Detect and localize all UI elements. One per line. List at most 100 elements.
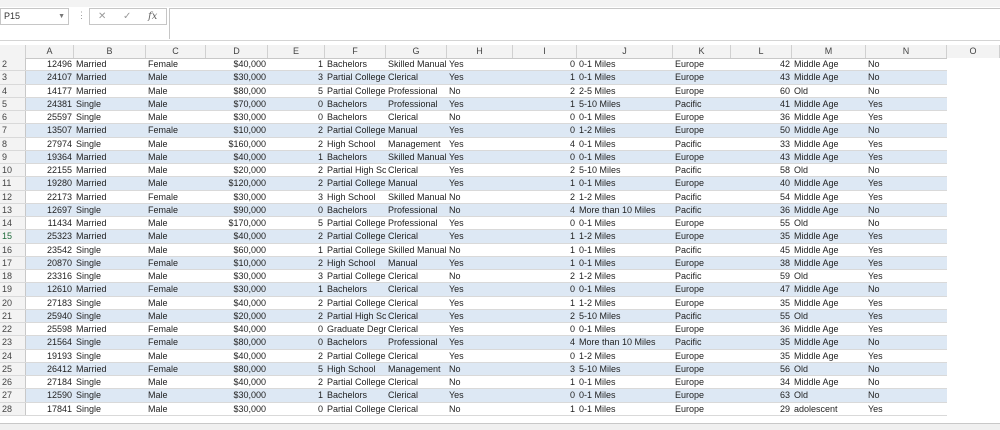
column-header-i[interactable]: I — [513, 45, 577, 58]
cell-l[interactable]: 55 — [731, 310, 792, 322]
cell-i[interactable]: 1 — [513, 376, 577, 388]
cell-b[interactable]: Single — [74, 111, 146, 123]
cell-f[interactable]: Bachelors — [325, 389, 386, 401]
cell-n[interactable]: Yes — [866, 111, 947, 123]
row-header[interactable]: 21 — [0, 309, 26, 322]
cell-l[interactable]: 47 — [731, 283, 792, 295]
cell-l[interactable]: 60 — [731, 85, 792, 97]
cell-n[interactable]: Yes — [866, 191, 947, 203]
cell-m[interactable]: Middle Age — [792, 124, 866, 136]
cell-e[interactable]: 1 — [268, 283, 325, 295]
cell-f[interactable]: Partial College — [325, 71, 386, 83]
cell-n[interactable]: Yes — [866, 257, 947, 269]
cell-e[interactable]: 2 — [268, 177, 325, 189]
cell-c[interactable]: Female — [146, 283, 206, 295]
cell-h[interactable]: No — [447, 204, 513, 216]
cell-n[interactable]: Yes — [866, 138, 947, 150]
cell-g[interactable]: Manual — [386, 124, 447, 136]
cell-g[interactable]: Professional — [386, 204, 447, 216]
cell-h[interactable]: No — [447, 111, 513, 123]
cell-f[interactable]: Bachelors — [325, 98, 386, 110]
row-header[interactable]: 25 — [0, 362, 26, 375]
cell-i[interactable]: 0 — [513, 58, 577, 70]
cell-e[interactable]: 0 — [268, 204, 325, 216]
cell-h[interactable]: Yes — [447, 350, 513, 362]
cell-b[interactable]: Married — [74, 124, 146, 136]
cell-a[interactable]: 14177 — [26, 85, 74, 97]
cell-m[interactable]: Middle Age — [792, 138, 866, 150]
cell-a[interactable]: 12697 — [26, 204, 74, 216]
cell-n[interactable]: Yes — [866, 230, 947, 242]
cell-m[interactable]: adolescent — [792, 403, 866, 415]
cell-e[interactable]: 2 — [268, 376, 325, 388]
row-header[interactable]: 2 — [0, 58, 26, 71]
row-header[interactable]: 8 — [0, 137, 26, 150]
cell-a[interactable]: 25323 — [26, 230, 74, 242]
cell-f[interactable]: Partial College — [325, 177, 386, 189]
cell-e[interactable]: 5 — [268, 85, 325, 97]
cell-b[interactable]: Married — [74, 363, 146, 375]
cell-c[interactable]: Male — [146, 164, 206, 176]
cell-j[interactable]: 1-2 Miles — [577, 350, 673, 362]
cell-e[interactable]: 5 — [268, 363, 325, 375]
column-header-k[interactable]: K — [673, 45, 731, 58]
cell-c[interactable]: Male — [146, 244, 206, 256]
column-header-e[interactable]: E — [268, 45, 325, 58]
cell-f[interactable]: Bachelors — [325, 151, 386, 163]
cell-g[interactable]: Clerical — [386, 350, 447, 362]
cell-d[interactable]: $80,000 — [206, 336, 268, 348]
cell-g[interactable]: Professional — [386, 336, 447, 348]
cell-n[interactable]: No — [866, 217, 947, 229]
cell-b[interactable]: Married — [74, 85, 146, 97]
cell-d[interactable]: $40,000 — [206, 323, 268, 335]
cell-j[interactable]: More than 10 Miles — [577, 336, 673, 348]
cell-d[interactable]: $120,000 — [206, 177, 268, 189]
cell-l[interactable]: 35 — [731, 230, 792, 242]
cell-e[interactable]: 3 — [268, 270, 325, 282]
cell-k[interactable]: Europe — [673, 151, 731, 163]
cell-g[interactable]: Management — [386, 363, 447, 375]
cell-g[interactable]: Skilled Manual — [386, 191, 447, 203]
cell-d[interactable]: $40,000 — [206, 376, 268, 388]
cell-c[interactable]: Male — [146, 177, 206, 189]
cell-m[interactable]: Middle Age — [792, 283, 866, 295]
row-header[interactable]: 19 — [0, 283, 26, 296]
cell-k[interactable]: Pacific — [673, 138, 731, 150]
cell-j[interactable]: 0-1 Miles — [577, 217, 673, 229]
cell-g[interactable]: Clerical — [386, 403, 447, 415]
cell-c[interactable]: Male — [146, 297, 206, 309]
cell-i[interactable]: 2 — [513, 310, 577, 322]
cell-g[interactable]: Clerical — [386, 310, 447, 322]
cell-c[interactable]: Female — [146, 204, 206, 216]
cell-l[interactable]: 45 — [731, 244, 792, 256]
cell-a[interactable]: 25598 — [26, 323, 74, 335]
cell-m[interactable]: Old — [792, 389, 866, 401]
cell-c[interactable]: Male — [146, 151, 206, 163]
cell-c[interactable]: Male — [146, 230, 206, 242]
cell-d[interactable]: $30,000 — [206, 270, 268, 282]
cell-e[interactable]: 2 — [268, 164, 325, 176]
cancel-icon[interactable]: ✕ — [98, 9, 106, 24]
cell-e[interactable]: 1 — [268, 244, 325, 256]
cell-b[interactable]: Single — [74, 270, 146, 282]
cell-h[interactable]: Yes — [447, 323, 513, 335]
cell-d[interactable]: $30,000 — [206, 389, 268, 401]
cell-n[interactable]: No — [866, 363, 947, 375]
cell-n[interactable]: Yes — [866, 98, 947, 110]
cell-b[interactable]: Single — [74, 138, 146, 150]
cell-e[interactable]: 0 — [268, 403, 325, 415]
cell-l[interactable]: 43 — [731, 71, 792, 83]
cell-f[interactable]: Partial College — [325, 376, 386, 388]
cell-k[interactable]: Europe — [673, 58, 731, 70]
cell-h[interactable]: Yes — [447, 389, 513, 401]
cell-i[interactable]: 3 — [513, 363, 577, 375]
cell-h[interactable]: Yes — [447, 98, 513, 110]
cell-k[interactable]: Europe — [673, 297, 731, 309]
cell-g[interactable]: Clerical — [386, 389, 447, 401]
cell-g[interactable]: Manual — [386, 177, 447, 189]
cell-i[interactable]: 1 — [513, 98, 577, 110]
cell-d[interactable]: $40,000 — [206, 230, 268, 242]
cell-k[interactable]: Europe — [673, 363, 731, 375]
cell-m[interactable]: Middle Age — [792, 336, 866, 348]
cell-m[interactable]: Middle Age — [792, 230, 866, 242]
